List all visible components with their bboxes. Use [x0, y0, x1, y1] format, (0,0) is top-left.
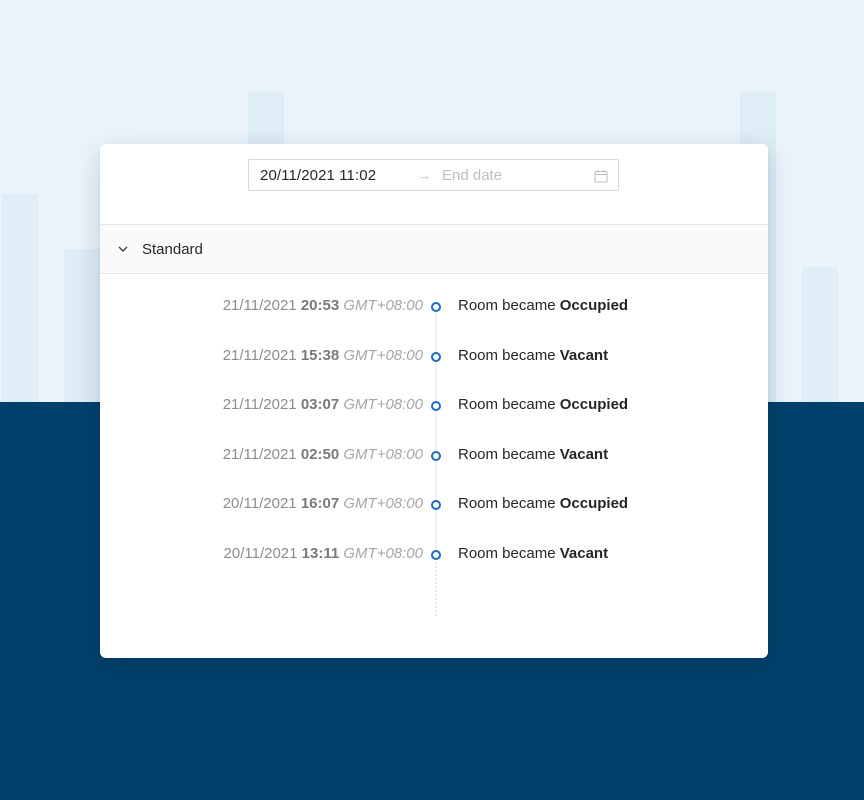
event-description: Room became Vacant: [458, 446, 609, 463]
timeline-dot: [431, 500, 441, 510]
panel-title: Standard: [142, 241, 203, 258]
timeline-dot: [431, 401, 441, 411]
timeline-dot: [431, 352, 441, 362]
event-description: Room became Occupied: [458, 495, 629, 512]
timeline-dot: [431, 550, 441, 560]
background-bar: [64, 249, 100, 402]
background-bar: [2, 194, 38, 402]
event-timestamp: 21/11/2021 03:07 GMT+08:00: [222, 396, 423, 413]
chevron-down-icon: [118, 246, 128, 252]
occupancy-timeline: 21/11/2021 20:53 GMT+08:00 Room became O…: [100, 274, 768, 658]
event-timestamp: 20/11/2021 16:07 GMT+08:00: [222, 495, 423, 512]
background-bar: [802, 267, 838, 402]
event-description: Room became Occupied: [458, 396, 629, 413]
calendar-icon[interactable]: [594, 169, 608, 183]
occupancy-history-card: 20/11/2021 11:02 → End date Standard 21/…: [100, 144, 768, 658]
end-date-input[interactable]: End date: [442, 167, 502, 184]
arrow-right-icon: →: [417, 167, 431, 183]
event-description: Room became Vacant: [458, 545, 609, 562]
timeline-item: 20/11/2021 16:07 GMT+08:00 Room became O…: [100, 493, 768, 517]
timeline-dot: [431, 302, 441, 312]
event-timestamp: 21/11/2021 20:53 GMT+08:00: [222, 297, 423, 314]
start-date-input[interactable]: 20/11/2021 11:02: [260, 167, 376, 184]
timeline-item: 21/11/2021 20:53 GMT+08:00 Room became O…: [100, 295, 768, 319]
event-timestamp: 20/11/2021 13:11 GMT+08:00: [223, 545, 423, 562]
event-description: Room became Vacant: [458, 347, 609, 364]
date-range-picker[interactable]: 20/11/2021 11:02 → End date: [248, 159, 619, 191]
event-description: Room became Occupied: [458, 297, 629, 314]
collapse-panel-header[interactable]: Standard: [100, 224, 768, 274]
timeline-item: 20/11/2021 13:11 GMT+08:00 Room became V…: [100, 543, 768, 567]
timeline-item: 21/11/2021 15:38 GMT+08:00 Room became V…: [100, 345, 768, 369]
event-timestamp: 21/11/2021 15:38 GMT+08:00: [222, 347, 423, 364]
timeline-item: 21/11/2021 02:50 GMT+08:00 Room became V…: [100, 444, 768, 468]
timeline-dot: [431, 451, 441, 461]
event-timestamp: 21/11/2021 02:50 GMT+08:00: [222, 446, 423, 463]
timeline-item: 21/11/2021 03:07 GMT+08:00 Room became O…: [100, 394, 768, 418]
